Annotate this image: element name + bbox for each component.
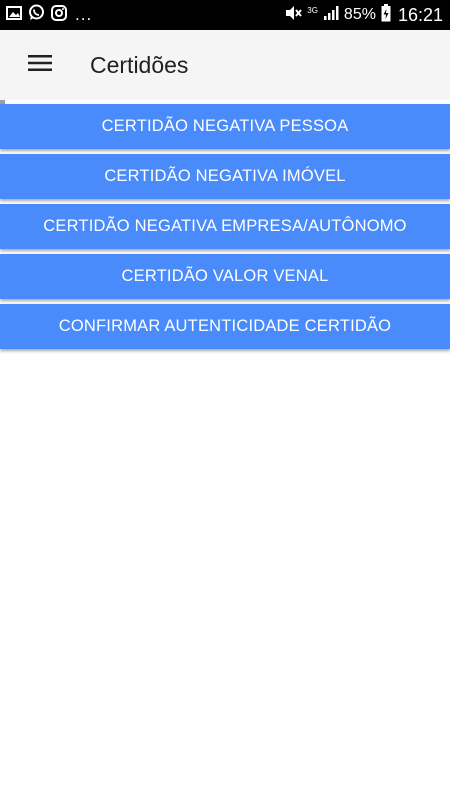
certidao-negativa-imovel-button[interactable]: CERTIDÃO NEGATIVA IMÓVEL xyxy=(0,154,450,199)
page-title: Certidões xyxy=(90,51,189,78)
image-icon xyxy=(6,5,22,25)
clock: 16:21 xyxy=(397,4,443,25)
mute-icon xyxy=(284,5,303,26)
system-status: 3G 85% 16:21 xyxy=(284,3,443,27)
menu-button[interactable] xyxy=(0,30,80,100)
notification-icons: ... xyxy=(6,4,92,26)
more-notifications-dots: ... xyxy=(75,5,93,24)
confirmar-autenticidade-button[interactable]: CONFIRMAR AUTENTICIDADE CERTIDÃO xyxy=(0,304,450,349)
battery-percent: 85% xyxy=(343,6,376,23)
network-type-label: 3G xyxy=(307,6,318,15)
hamburger-menu-icon xyxy=(28,54,52,77)
signal-icon xyxy=(323,5,339,26)
app-bar: Certidões xyxy=(0,30,450,100)
instagram-icon xyxy=(51,4,67,26)
certidao-negativa-pessoa-button[interactable]: CERTIDÃO NEGATIVA PESSOA xyxy=(0,104,450,149)
battery-icon xyxy=(381,3,391,27)
certidao-negativa-empresa-button[interactable]: CERTIDÃO NEGATIVA EMPRESA/AUTÔNOMO xyxy=(0,204,450,249)
certidao-valor-venal-button[interactable]: CERTIDÃO VALOR VENAL xyxy=(0,254,450,299)
certificate-button-list: CERTIDÃO NEGATIVA PESSOA CERTIDÃO NEGATI… xyxy=(0,104,450,354)
status-bar: ... 3G 85% 16:21 xyxy=(0,0,450,30)
whatsapp-icon xyxy=(28,4,45,26)
